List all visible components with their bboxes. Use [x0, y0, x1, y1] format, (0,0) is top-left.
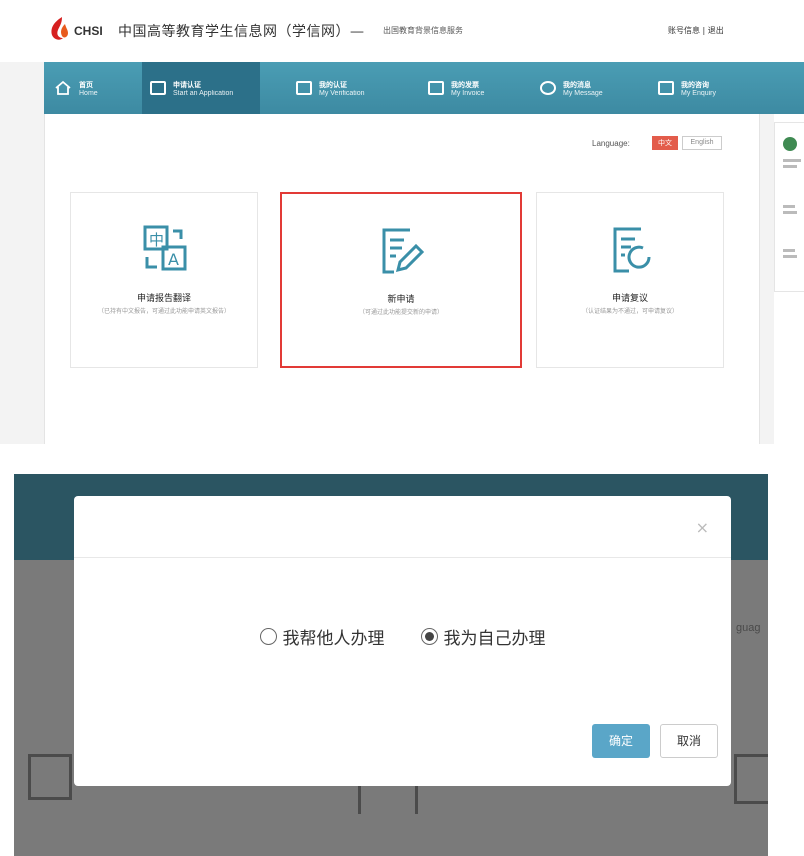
radio-checked-icon[interactable]: [420, 628, 438, 645]
svg-text:A: A: [168, 250, 179, 269]
dimmed-translate-icon: [28, 754, 72, 800]
edit-document-icon: [382, 228, 425, 274]
card-title: 新申请: [387, 295, 415, 305]
nav-label-en: My Verification: [319, 89, 365, 97]
enquiry-icon: [658, 81, 674, 95]
translate-icon: 中 A: [143, 225, 187, 271]
cancel-button[interactable]: 取消: [660, 724, 718, 758]
site-header: CHSI 中国高等教育学生信息网（学信网）— 出国教育背景信息服务 账号信息 |…: [0, 0, 804, 62]
nav-label-en: My Message: [563, 89, 603, 97]
flame-logo-icon: [51, 17, 68, 40]
nav-item-my-enquiry[interactable]: 我的咨询 My Enquiry: [658, 62, 758, 114]
chsi-logo[interactable]: CHSI: [48, 16, 118, 42]
nav-item-my-message[interactable]: 我的消息 My Message: [540, 62, 640, 114]
nav-item-start-application[interactable]: 申请认证 Start an Application: [142, 62, 260, 114]
radio-circle-icon[interactable]: [259, 628, 277, 645]
main-nav: 首页 Home 申请认证 Start an Application 我的认证 M…: [44, 62, 804, 114]
nav-label-zh: 首页: [79, 80, 93, 89]
page-background-left: [0, 62, 44, 444]
dialog-header: ×: [74, 496, 731, 558]
side-help-panel: [774, 122, 804, 292]
language-label: Language:: [592, 139, 630, 148]
check-square-icon: [150, 81, 166, 95]
nav-item-my-verification[interactable]: 我的认证 My Verification: [296, 62, 396, 114]
radio-for-others[interactable]: 我帮他人办理: [259, 624, 385, 649]
card-description: （已持有中文报告，可通过此功能申请英文报告）: [97, 308, 230, 315]
dimmed-review-icon: [734, 754, 768, 804]
nav-label-zh: 我的发票: [451, 80, 479, 89]
site-subtitle: 出国教育背景信息服务: [383, 26, 463, 35]
side-text-line: [783, 249, 795, 252]
avatar[interactable]: [783, 137, 797, 151]
side-text-line: [783, 205, 795, 208]
nav-label-en: Start an Application: [173, 89, 234, 97]
nav-label-zh: 我的咨询: [681, 80, 709, 89]
nav-item-home[interactable]: 首页 Home: [54, 62, 124, 114]
page-background-right: [760, 114, 774, 444]
applicant-choice: 我帮他人办理 我为自己办理: [74, 624, 731, 649]
document-icon: [296, 81, 312, 95]
language-zh-button[interactable]: 中文: [652, 136, 678, 150]
nav-label-en: My Invoice: [451, 89, 485, 97]
card-title: 申请复议: [611, 294, 648, 304]
modal-screenshot: guag × 我帮他人办理 我为自己办理 确定 取消: [14, 474, 768, 856]
nav-label-en: Home: [79, 89, 98, 97]
language-en-button[interactable]: English: [682, 136, 722, 150]
invoice-icon: [428, 81, 444, 95]
confirm-button[interactable]: 确定: [592, 724, 650, 758]
nav-label-zh: 申请认证: [173, 80, 201, 89]
screenshot-composite: CHSI 中国高等教育学生信息网（学信网）— 出国教育背景信息服务 账号信息 |…: [0, 0, 804, 856]
side-text-line: [783, 211, 797, 214]
card-description: （可通过此功能提交新的申请）: [358, 309, 443, 316]
message-icon: [540, 81, 556, 95]
account-links[interactable]: 账号信息 | 退出: [668, 25, 724, 36]
nav-label-zh: 我的认证: [319, 80, 347, 89]
home-icon: [55, 80, 71, 95]
dimmed-language-text: guag: [736, 622, 761, 634]
logo-text: CHSI: [74, 24, 103, 38]
nav-item-my-invoice[interactable]: 我的发票 My Invoice: [428, 62, 518, 114]
card-reconsideration[interactable]: 申请复议 （认证结果为不通过，可申请复议）: [536, 192, 724, 368]
radio-label: 我帮他人办理: [282, 629, 385, 649]
nav-label-zh: 我的消息: [563, 80, 591, 89]
card-title: 申请报告翻译: [136, 294, 191, 304]
card-description: （认证结果为不通过，可申请复议）: [581, 308, 678, 315]
card-new-application[interactable]: 新申请 （可通过此功能提交新的申请）: [280, 192, 522, 368]
card-report-translation[interactable]: 中 A 申请报告翻译 （已持有中文报告，可通过此功能申请英文报告）: [70, 192, 258, 368]
radio-for-self[interactable]: 我为自己办理: [420, 624, 546, 649]
review-document-icon: [613, 227, 651, 273]
radio-label: 我为自己办理: [443, 629, 546, 649]
apply-for-dialog: × 我帮他人办理 我为自己办理 确定 取消: [74, 496, 731, 786]
nav-label-en: My Enquiry: [681, 89, 717, 97]
side-text-line: [783, 255, 797, 258]
side-text-line: [783, 165, 797, 168]
close-icon[interactable]: ×: [696, 518, 709, 537]
site-title: 中国高等教育学生信息网（学信网）—: [118, 24, 365, 40]
side-text-line: [783, 159, 801, 162]
